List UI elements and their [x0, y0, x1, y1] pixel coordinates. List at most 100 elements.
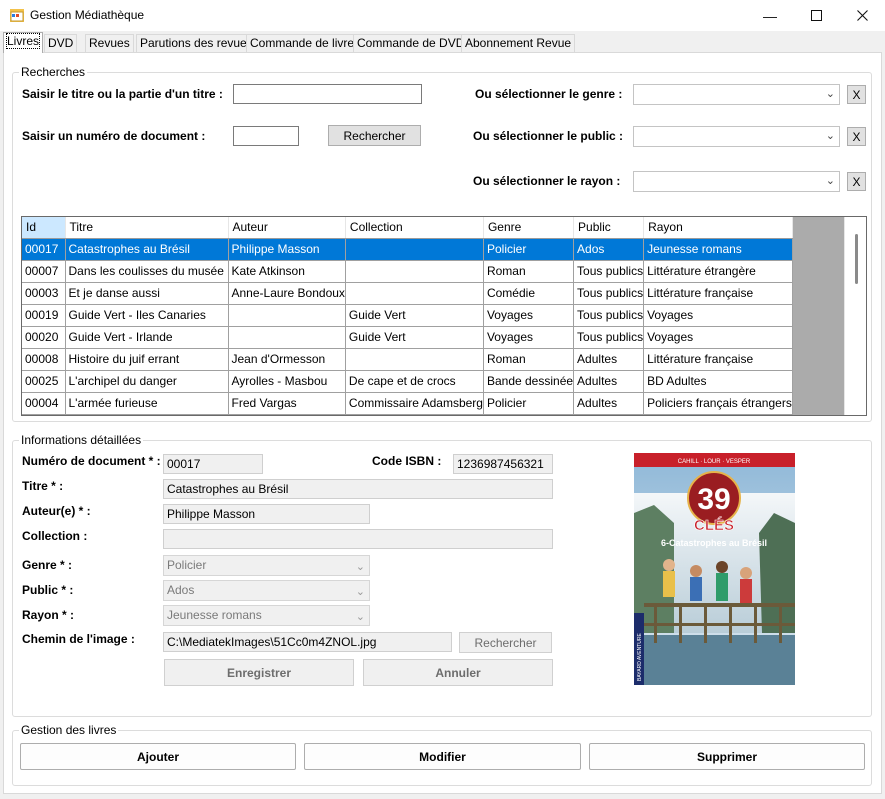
image-path-field[interactable]: C:\MediatekImages\51Cc0m4ZNOL.jpg: [163, 632, 452, 652]
cell-id[interactable]: 00017: [22, 238, 66, 261]
cell-public[interactable]: Adultes: [573, 392, 645, 415]
cell-auteur[interactable]: Anne-Laure Bondoux: [228, 282, 346, 305]
table-row[interactable]: 00008 Histoire du juif errant Jean d'Ormes…: [22, 348, 793, 371]
cell-id[interactable]: 00020: [22, 326, 66, 349]
cell-auteur[interactable]: Fred Vargas: [228, 392, 346, 415]
cell-titre[interactable]: Guide Vert - Irlande: [65, 326, 229, 349]
public-filter-select[interactable]: ⌄: [633, 126, 840, 147]
cell-collection[interactable]: [345, 282, 484, 305]
cell-auteur[interactable]: [228, 304, 346, 327]
cell-genre[interactable]: Policier: [483, 392, 575, 415]
title-search-input[interactable]: [233, 84, 422, 104]
table-row[interactable]: 00020 Guide Vert - Irlande Guide Vert Voyag…: [22, 326, 793, 349]
cell-titre[interactable]: Guide Vert - Iles Canaries: [65, 304, 229, 327]
cell-auteur[interactable]: Ayrolles - Masbou: [228, 370, 346, 393]
table-row[interactable]: 00003 Et je danse aussi Anne-Laure Bondoux…: [22, 282, 793, 305]
rayon-select[interactable]: Jeunesse romans ⌄: [163, 605, 370, 626]
table-row[interactable]: 00019 Guide Vert - Iles Canaries Guide Ver…: [22, 304, 793, 327]
table-row[interactable]: 00004 L'armée furieuse Fred Vargas Commissa…: [22, 392, 793, 415]
docnum-field[interactable]: 00017: [163, 454, 263, 474]
cell-collection[interactable]: Guide Vert: [345, 326, 484, 349]
cell-rayon[interactable]: Littérature française: [643, 282, 793, 305]
docnum-search-input[interactable]: [233, 126, 299, 146]
cell-id[interactable]: 00004: [22, 392, 66, 415]
column-header-collection[interactable]: Collection: [345, 217, 484, 239]
cell-titre[interactable]: Dans les coulisses du musée: [65, 260, 229, 283]
cell-rayon[interactable]: Voyages: [643, 326, 793, 349]
cell-auteur[interactable]: Philippe Masson: [228, 238, 346, 261]
cell-public[interactable]: Ados: [573, 238, 645, 261]
column-header-auteur[interactable]: Auteur: [228, 217, 346, 239]
genre-filter-select[interactable]: ⌄: [633, 84, 840, 105]
cell-genre[interactable]: Policier: [483, 238, 575, 261]
cell-public[interactable]: Adultes: [573, 370, 645, 393]
titre-field[interactable]: Catastrophes au Brésil: [163, 479, 553, 499]
column-header-id[interactable]: Id: [22, 217, 66, 239]
delete-button[interactable]: Supprimer: [589, 743, 865, 770]
add-button[interactable]: Ajouter: [20, 743, 296, 770]
cancel-button[interactable]: Annuler: [363, 659, 553, 686]
collection-field[interactable]: [163, 529, 553, 549]
public-select[interactable]: Ados ⌄: [163, 580, 370, 601]
tab-commande-livres[interactable]: Commande de livres: [246, 34, 365, 52]
cell-collection[interactable]: De cape et de crocs: [345, 370, 484, 393]
column-header-titre[interactable]: Titre: [65, 217, 229, 239]
cell-genre[interactable]: Bande dessinée: [483, 370, 575, 393]
tab-abonnement-revue[interactable]: Abonnement Revue: [461, 34, 576, 52]
cell-rayon[interactable]: Littérature étrangère: [643, 260, 793, 283]
cell-genre[interactable]: Voyages: [483, 326, 575, 349]
cell-collection[interactable]: [345, 348, 484, 371]
maximize-button[interactable]: [793, 0, 839, 31]
column-header-rayon[interactable]: Rayon: [643, 217, 793, 239]
cell-id[interactable]: 00025: [22, 370, 66, 393]
tab-livres[interactable]: Livres: [3, 32, 44, 53]
cell-auteur[interactable]: Jean d'Ormesson: [228, 348, 346, 371]
table-row[interactable]: 00007 Dans les coulisses du musée Kate Atk…: [22, 260, 793, 283]
cell-public[interactable]: Tous publics: [573, 326, 645, 349]
cell-genre[interactable]: Roman: [483, 260, 575, 283]
column-header-public[interactable]: Public: [573, 217, 645, 239]
cell-titre[interactable]: L'armée furieuse: [65, 392, 229, 415]
cell-genre[interactable]: Comédie: [483, 282, 575, 305]
minimize-button[interactable]: —: [747, 0, 793, 31]
tab-parutions[interactable]: Parutions des revues: [136, 34, 257, 52]
isbn-field[interactable]: 1236987456321: [453, 454, 553, 474]
cell-rayon[interactable]: Policiers français étrangers: [643, 392, 793, 415]
cell-titre[interactable]: Et je danse aussi: [65, 282, 229, 305]
close-window-button[interactable]: [839, 0, 885, 31]
cell-public[interactable]: Tous publics: [573, 282, 645, 305]
cell-public[interactable]: Tous publics: [573, 260, 645, 283]
browse-image-button[interactable]: Rechercher: [459, 632, 552, 653]
cell-rayon[interactable]: Littérature française: [643, 348, 793, 371]
clear-genre-button[interactable]: X: [847, 85, 866, 104]
genre-select[interactable]: Policier ⌄: [163, 555, 370, 576]
cell-collection[interactable]: [345, 260, 484, 283]
column-header-genre[interactable]: Genre: [483, 217, 575, 239]
books-grid[interactable]: Id Titre Auteur Collection Genre Public …: [21, 216, 867, 416]
cell-public[interactable]: Adultes: [573, 348, 645, 371]
cell-titre[interactable]: L'archipel du danger: [65, 370, 229, 393]
cell-collection[interactable]: Guide Vert: [345, 304, 484, 327]
cell-rayon[interactable]: BD Adultes: [643, 370, 793, 393]
table-row[interactable]: 00025 L'archipel du danger Ayrolles - Masb…: [22, 370, 793, 393]
cell-genre[interactable]: Roman: [483, 348, 575, 371]
cell-public[interactable]: Tous publics: [573, 304, 645, 327]
grid-scrollbar[interactable]: [844, 217, 866, 415]
cell-id[interactable]: 00003: [22, 282, 66, 305]
tab-commande-dvd[interactable]: Commande de DVD: [353, 34, 469, 52]
scrollbar-thumb[interactable]: [855, 234, 858, 284]
search-button[interactable]: Rechercher: [328, 125, 421, 146]
tab-dvd[interactable]: DVD: [44, 34, 78, 52]
cell-id[interactable]: 00007: [22, 260, 66, 283]
cell-id[interactable]: 00008: [22, 348, 66, 371]
cell-rayon[interactable]: Voyages: [643, 304, 793, 327]
clear-rayon-button[interactable]: X: [847, 172, 866, 191]
rayon-filter-select[interactable]: ⌄: [633, 171, 840, 192]
cell-rayon[interactable]: Jeunesse romans: [643, 238, 793, 261]
clear-public-button[interactable]: X: [847, 127, 866, 146]
save-button[interactable]: Enregistrer: [164, 659, 354, 686]
cell-genre[interactable]: Voyages: [483, 304, 575, 327]
cell-auteur[interactable]: Kate Atkinson: [228, 260, 346, 283]
tab-revues[interactable]: Revues: [85, 34, 134, 52]
cell-collection[interactable]: Commissaire Adamsberg: [345, 392, 484, 415]
